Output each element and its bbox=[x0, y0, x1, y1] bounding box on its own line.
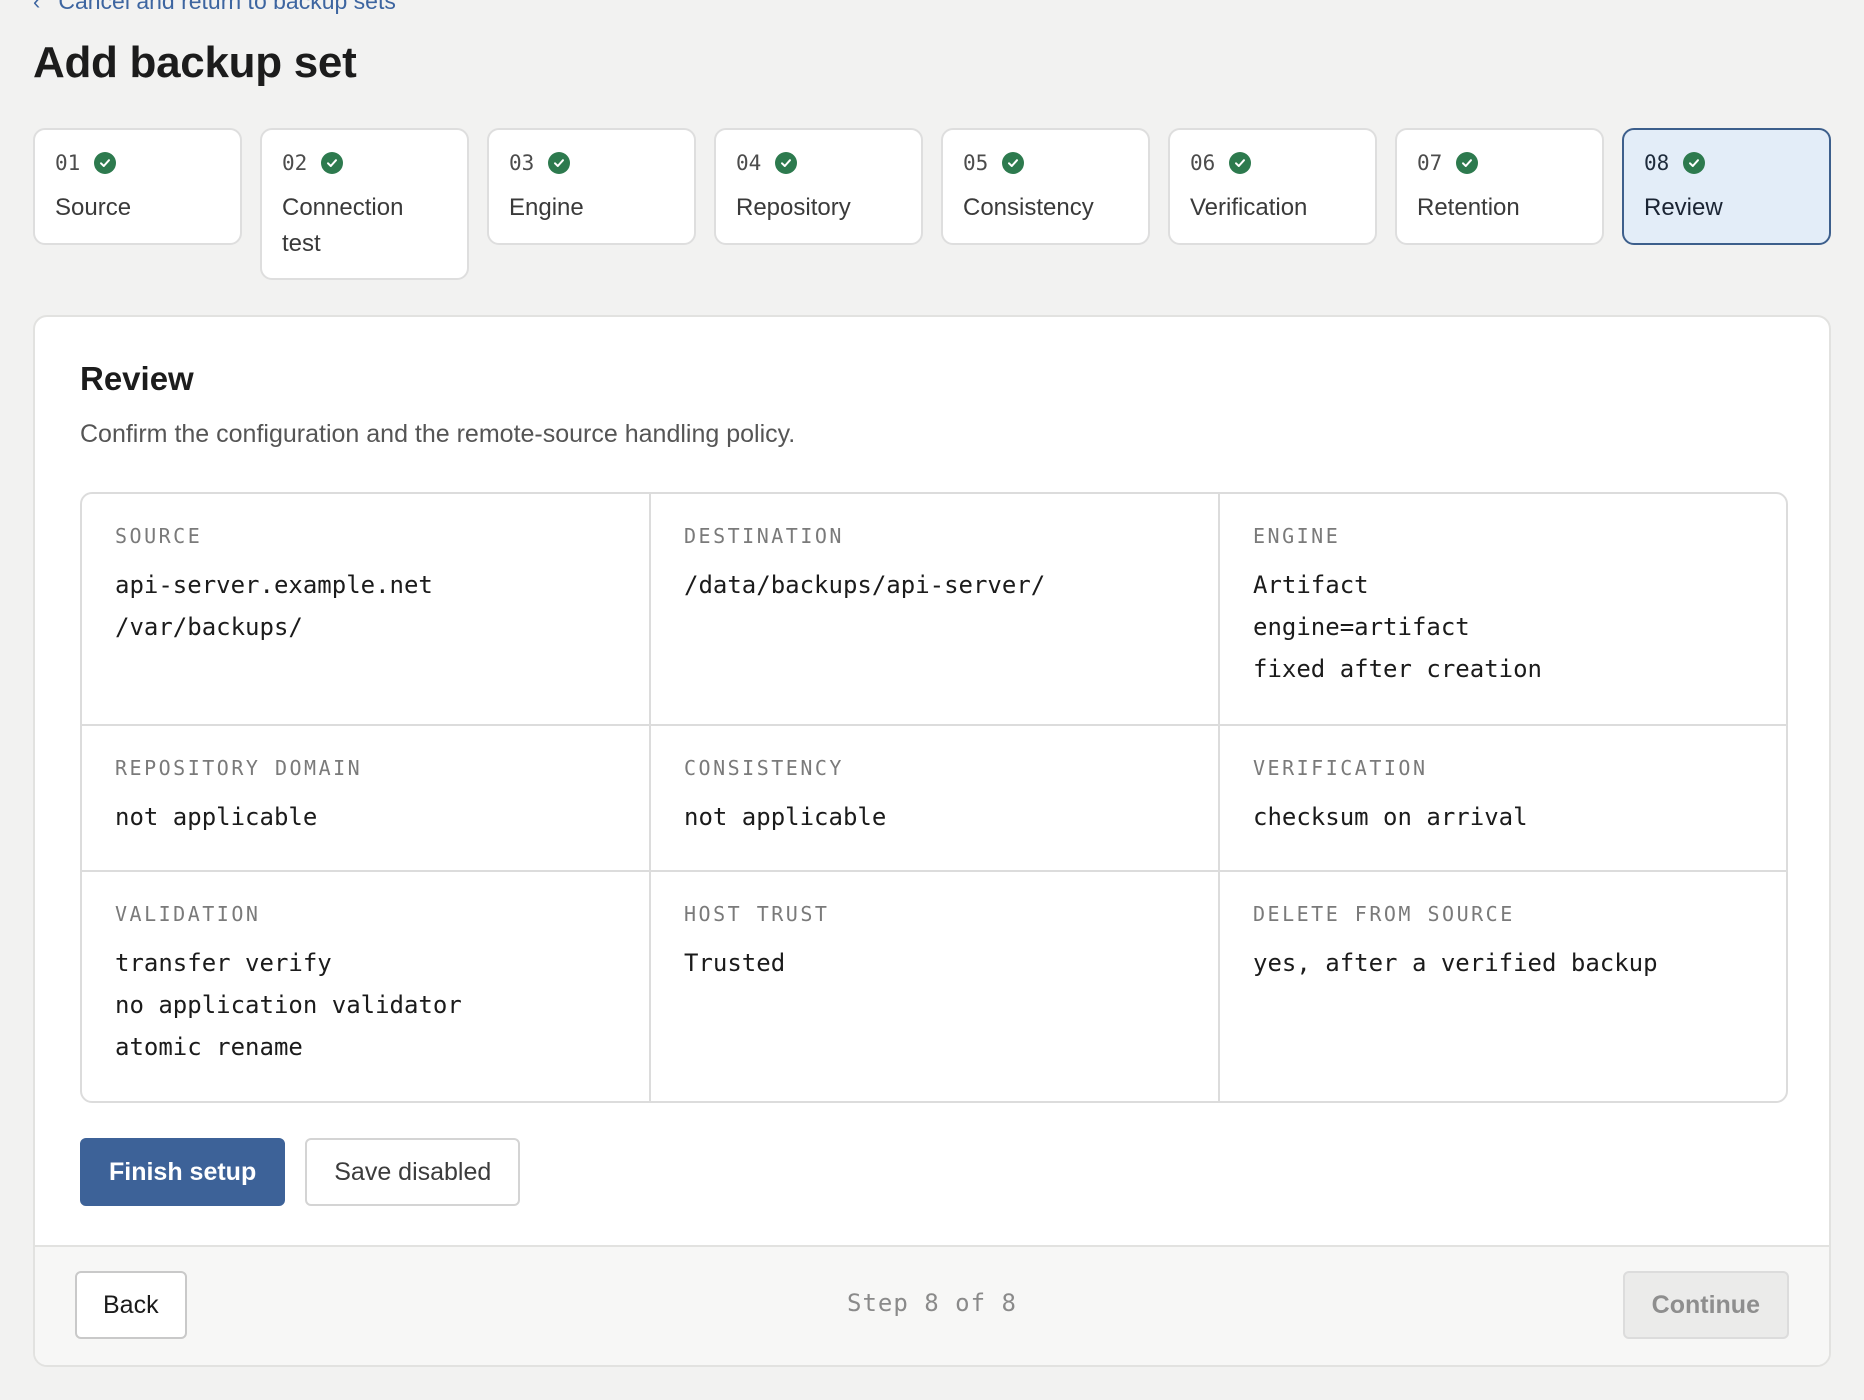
step-number: 02 bbox=[282, 151, 308, 175]
check-circle-icon bbox=[1683, 152, 1706, 174]
step-label: Repository bbox=[736, 194, 851, 221]
step-label: Engine bbox=[509, 194, 584, 221]
summary-value: /data/backups/api-server/ bbox=[684, 571, 1046, 599]
summary-key: DELETE FROM SOURCE bbox=[1253, 902, 1515, 926]
step-number: 05 bbox=[963, 151, 989, 175]
check-circle-icon bbox=[1229, 152, 1252, 174]
summary-host-trust: HOST TRUST Trusted bbox=[651, 872, 1220, 1101]
review-title: Review bbox=[80, 360, 194, 397]
summary-value: /var/backups/ bbox=[115, 613, 303, 641]
summary-key: HOST TRUST bbox=[684, 902, 830, 926]
summary-destination: DESTINATION /data/backups/api-server/ bbox=[651, 494, 1220, 726]
summary-key: ENGINE bbox=[1253, 524, 1341, 548]
review-header: Review Confirm the configuration and the… bbox=[80, 360, 795, 449]
step-repository[interactable]: 04 Repository bbox=[714, 128, 923, 245]
page: ‹ Cancel and return to backup sets Add b… bbox=[0, 0, 1864, 1400]
stepper: 01 Source 02 Connection test 03 Engine 0… bbox=[33, 128, 1831, 280]
summary-engine: ENGINE Artifact engine=artifact fixed af… bbox=[1220, 494, 1786, 726]
cancel-return-label: Cancel and return to backup sets bbox=[58, 0, 396, 14]
summary-value: atomic rename bbox=[115, 1033, 303, 1061]
review-card: Review Confirm the configuration and the… bbox=[33, 315, 1831, 1367]
step-engine[interactable]: 03 Engine bbox=[487, 128, 696, 245]
step-connection-test[interactable]: 02 Connection test bbox=[260, 128, 469, 280]
summary-verification: VERIFICATION checksum on arrival bbox=[1220, 726, 1786, 872]
check-circle-icon bbox=[94, 152, 117, 174]
summary-value: engine=artifact bbox=[1253, 613, 1470, 641]
step-number: 03 bbox=[509, 151, 535, 175]
step-number: 01 bbox=[55, 151, 81, 175]
step-label: Retention bbox=[1417, 194, 1520, 221]
continue-button[interactable]: Continue bbox=[1622, 1271, 1789, 1339]
step-number: 04 bbox=[736, 151, 762, 175]
step-consistency[interactable]: 05 Consistency bbox=[941, 128, 1150, 245]
review-summary-grid: SOURCE api-server.example.net /var/backu… bbox=[80, 492, 1788, 1103]
check-circle-icon bbox=[1002, 152, 1025, 174]
summary-value: Artifact bbox=[1253, 571, 1369, 599]
page-title: Add backup set bbox=[33, 38, 357, 87]
step-number: 06 bbox=[1190, 151, 1216, 175]
step-number: 07 bbox=[1417, 151, 1443, 175]
cancel-return-link[interactable]: ‹ Cancel and return to backup sets bbox=[33, 0, 396, 15]
step-number: 08 bbox=[1644, 151, 1670, 175]
summary-key: REPOSITORY DOMAIN bbox=[115, 756, 363, 780]
summary-value: not applicable bbox=[684, 803, 887, 831]
summary-value: not applicable bbox=[115, 803, 318, 831]
step-retention[interactable]: 07 Retention bbox=[1395, 128, 1604, 245]
step-label: Consistency bbox=[963, 194, 1094, 221]
step-label: Source bbox=[55, 194, 132, 221]
check-circle-icon bbox=[775, 152, 798, 174]
save-disabled-button[interactable]: Save disabled bbox=[305, 1138, 521, 1206]
summary-value: no application validator bbox=[115, 991, 462, 1019]
summary-source: SOURCE api-server.example.net /var/backu… bbox=[82, 494, 651, 726]
summary-delete-from-source: DELETE FROM SOURCE yes, after a verified… bbox=[1220, 872, 1786, 1101]
summary-repository-domain: REPOSITORY DOMAIN not applicable bbox=[82, 726, 651, 872]
summary-key: SOURCE bbox=[115, 524, 203, 548]
step-label: Verification bbox=[1190, 194, 1308, 221]
step-verification[interactable]: 06 Verification bbox=[1168, 128, 1377, 245]
finish-setup-button[interactable]: Finish setup bbox=[80, 1138, 286, 1206]
summary-value: api-server.example.net bbox=[115, 571, 433, 599]
step-label: Connection test bbox=[282, 194, 404, 257]
review-subtitle: Confirm the configuration and the remote… bbox=[80, 420, 796, 448]
check-circle-icon bbox=[321, 152, 344, 174]
step-label: Review bbox=[1644, 194, 1723, 221]
review-actions: Finish setup Save disabled bbox=[80, 1138, 521, 1206]
check-circle-icon bbox=[548, 152, 571, 174]
check-circle-icon bbox=[1456, 152, 1479, 174]
summary-consistency: CONSISTENCY not applicable bbox=[651, 726, 1220, 872]
step-counter: Step 8 of 8 bbox=[847, 1289, 1017, 1317]
step-review[interactable]: 08 Review bbox=[1622, 128, 1831, 245]
summary-value: checksum on arrival bbox=[1253, 803, 1528, 831]
summary-key: DESTINATION bbox=[684, 524, 844, 548]
summary-value: yes, after a verified backup bbox=[1253, 949, 1658, 977]
summary-validation: VALIDATION transfer verify no applicatio… bbox=[82, 872, 651, 1101]
step-source[interactable]: 01 Source bbox=[33, 128, 242, 245]
wizard-footer: Back Step 8 of 8 Continue bbox=[35, 1245, 1829, 1365]
summary-key: VERIFICATION bbox=[1253, 756, 1428, 780]
summary-key: VALIDATION bbox=[115, 902, 261, 926]
chevron-left-icon: ‹ bbox=[33, 0, 41, 14]
summary-value: transfer verify bbox=[115, 949, 332, 977]
summary-value: fixed after creation bbox=[1253, 655, 1542, 683]
summary-value: Trusted bbox=[684, 949, 786, 977]
summary-key: CONSISTENCY bbox=[684, 756, 844, 780]
